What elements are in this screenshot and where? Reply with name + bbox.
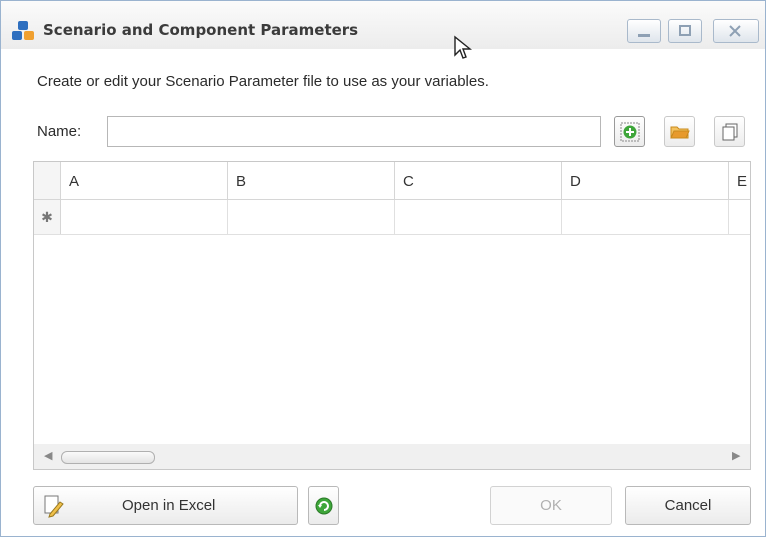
dialog-window: Scenario and Component Parameters Create… (0, 0, 766, 537)
minimize-button[interactable] (627, 19, 661, 43)
name-input[interactable] (107, 116, 601, 147)
app-icon (11, 20, 35, 42)
close-icon (729, 25, 741, 37)
open-file-button[interactable] (664, 116, 695, 147)
column-header-d[interactable]: D (562, 162, 729, 199)
parameter-grid[interactable]: A B C D E ✱ ◀ ▶ (33, 161, 751, 470)
ok-button[interactable]: OK (490, 486, 612, 525)
new-parameter-button[interactable] (614, 116, 645, 147)
grid-cell[interactable] (228, 200, 395, 234)
refresh-button[interactable] (308, 486, 339, 525)
column-header-c[interactable]: C (395, 162, 562, 199)
refresh-icon (315, 497, 333, 515)
scroll-thumb[interactable] (61, 451, 155, 464)
mouse-cursor-icon (454, 35, 472, 59)
grid-cell[interactable] (562, 200, 729, 234)
grid-header: A B C D E (34, 162, 750, 200)
maximize-button[interactable] (668, 19, 702, 43)
new-row-indicator: ✱ (34, 200, 61, 234)
grid-cell[interactable] (729, 200, 750, 234)
maximize-icon (679, 25, 691, 36)
grid-cell[interactable] (395, 200, 562, 234)
copy-icon (722, 123, 738, 141)
open-in-excel-label: Open in Excel (122, 497, 216, 514)
scroll-right-icon[interactable]: ▶ (732, 449, 740, 462)
window-title: Scenario and Component Parameters (43, 21, 359, 39)
add-parameter-icon (620, 122, 640, 142)
grid-corner[interactable] (34, 162, 61, 199)
column-header-a[interactable]: A (61, 162, 228, 199)
description-text: Create or edit your Scenario Parameter f… (37, 73, 489, 90)
cancel-button[interactable]: Cancel (625, 486, 751, 525)
column-header-e[interactable]: E (729, 162, 750, 199)
edit-document-icon (44, 495, 64, 518)
grid-cell[interactable] (61, 200, 228, 234)
open-folder-icon (670, 126, 690, 139)
new-row[interactable]: ✱ (34, 200, 750, 235)
copy-button[interactable] (714, 116, 745, 147)
horizontal-scrollbar[interactable]: ◀ ▶ (34, 444, 750, 469)
column-header-b[interactable]: B (228, 162, 395, 199)
minimize-icon (638, 34, 650, 37)
name-label: Name: (37, 123, 82, 140)
close-button[interactable] (713, 19, 759, 43)
open-in-excel-button[interactable]: Open in Excel (33, 486, 298, 525)
title-bar[interactable]: Scenario and Component Parameters (1, 1, 765, 59)
scroll-left-icon[interactable]: ◀ (44, 449, 52, 462)
